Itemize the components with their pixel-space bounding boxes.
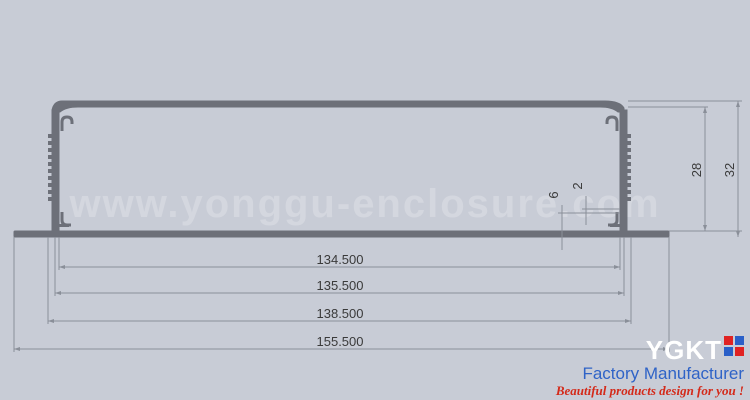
- top-wall: [51, 100, 625, 113]
- dim-detail-2: 2: [570, 182, 585, 189]
- brand-name: YGKT: [645, 335, 722, 365]
- drawing-canvas: www.yonggu-enclosure.com 134.500 135.500…: [0, 0, 750, 400]
- brand-row: YGKT: [556, 335, 744, 365]
- dimension-lines: [13, 100, 742, 352]
- brand-mark-icon: [724, 336, 744, 356]
- company-logo: YGKT Factory Manufacturer Beautiful prod…: [555, 335, 744, 398]
- dim-width-134-5: 134.500: [317, 252, 364, 267]
- base-flange: [13, 230, 670, 238]
- dim-height-28: 28: [689, 163, 704, 177]
- slogan: Beautiful products design for you !: [555, 383, 744, 398]
- left-wall: [51, 109, 60, 232]
- right-wall: [619, 109, 628, 232]
- dim-height-32: 32: [722, 163, 737, 177]
- dim-width-138-5: 138.500: [317, 306, 364, 321]
- dim-width-135-5: 135.500: [317, 278, 364, 293]
- dim-width-155-5: 155.500: [317, 334, 364, 349]
- dim-detail-6: 6: [546, 191, 561, 198]
- tagline: Factory Manufacturer: [582, 364, 744, 383]
